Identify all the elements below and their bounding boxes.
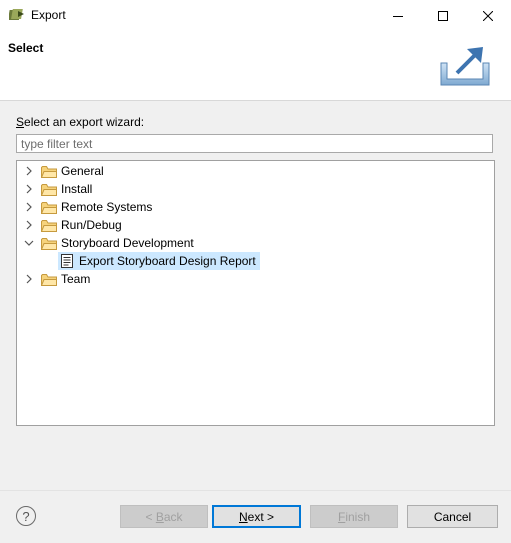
- cancel-button[interactable]: Cancel: [407, 505, 498, 528]
- chevron-right-icon[interactable]: [23, 273, 35, 285]
- wizard-prompt-label: Select an export wizard:: [16, 115, 144, 129]
- tree-item-install[interactable]: Install: [23, 180, 92, 198]
- next-label: ext >: [247, 509, 275, 524]
- close-icon: [482, 10, 493, 21]
- finish-label: inish: [345, 509, 371, 524]
- tree-item-label: Remote Systems: [61, 200, 153, 214]
- next-button[interactable]: Next >: [212, 505, 301, 528]
- wizard-header: Select: [0, 31, 511, 101]
- help-icon: ?: [22, 508, 30, 524]
- title-bar: Export: [0, 0, 511, 31]
- back-button[interactable]: < Back: [120, 505, 208, 528]
- button-bar-divider: [0, 490, 511, 491]
- prompt-text: elect an export wizard:: [24, 115, 145, 129]
- export-wizard-icon: [9, 9, 24, 20]
- tree-item-general[interactable]: General: [23, 162, 104, 180]
- tree-item-label: Run/Debug: [61, 218, 122, 232]
- back-label: ack: [163, 509, 183, 524]
- tree-item-label: Install: [61, 182, 93, 196]
- finish-button[interactable]: Finish: [310, 505, 398, 528]
- minimize-button[interactable]: [375, 0, 420, 31]
- chevron-right-icon[interactable]: [23, 183, 35, 195]
- tree-item-team[interactable]: Team: [23, 270, 90, 288]
- folder-icon: [41, 165, 57, 178]
- folder-icon: [41, 183, 57, 196]
- chevron-right-icon[interactable]: [23, 219, 35, 231]
- tree-item-remote-systems[interactable]: Remote Systems: [23, 198, 152, 216]
- back-mnemonic: B: [155, 509, 164, 524]
- tree-item-storyboard-development[interactable]: Storyboard Development: [23, 234, 194, 252]
- cancel-label: Cancel: [433, 509, 472, 524]
- report-icon: [61, 254, 73, 268]
- chevron-right-icon[interactable]: [23, 165, 35, 177]
- close-button[interactable]: [465, 0, 510, 31]
- chevron-right-icon[interactable]: [23, 201, 35, 213]
- page-title: Select: [8, 41, 44, 55]
- tree-item-label: Export Storyboard Design Report: [79, 254, 256, 268]
- tree-item-label: General: [61, 164, 104, 178]
- folder-icon: [41, 201, 57, 214]
- folder-open-icon: [41, 237, 57, 250]
- help-button[interactable]: ?: [16, 506, 36, 526]
- chevron-down-icon[interactable]: [23, 237, 35, 249]
- tree-item-export-storyboard-design-report[interactable]: Export Storyboard Design Report: [58, 252, 260, 270]
- prompt-mnemonic: S: [16, 115, 25, 129]
- maximize-icon: [437, 10, 448, 21]
- folder-icon: [41, 219, 57, 232]
- maximize-button[interactable]: [420, 0, 465, 31]
- next-mnemonic: N: [238, 509, 248, 524]
- window-title: Export: [31, 8, 66, 22]
- back-label-prefix: <: [145, 509, 156, 524]
- wizard-tree[interactable]: General Install Remote Systems Run/Debug…: [16, 160, 495, 426]
- tree-item-run-debug[interactable]: Run/Debug: [23, 216, 122, 234]
- tree-item-label: Storyboard Development: [61, 236, 194, 250]
- tree-item-label: Team: [61, 272, 91, 286]
- finish-mnemonic: F: [337, 509, 346, 524]
- filter-input[interactable]: [16, 134, 493, 153]
- folder-icon: [41, 273, 57, 286]
- minimize-icon: [392, 15, 403, 17]
- export-banner-icon: [440, 47, 490, 86]
